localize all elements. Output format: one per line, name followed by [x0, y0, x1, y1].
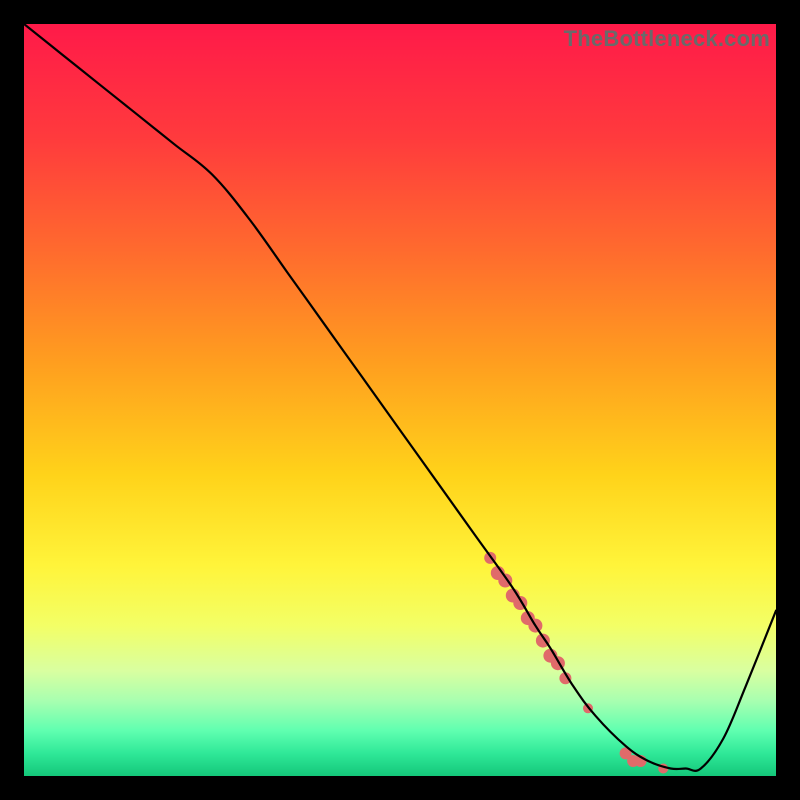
chart-background	[24, 24, 776, 776]
watermark-text: TheBottleneck.com	[564, 26, 770, 52]
chart-svg	[24, 24, 776, 776]
chart-frame: TheBottleneck.com	[0, 0, 800, 800]
plot-area: TheBottleneck.com	[24, 24, 776, 776]
